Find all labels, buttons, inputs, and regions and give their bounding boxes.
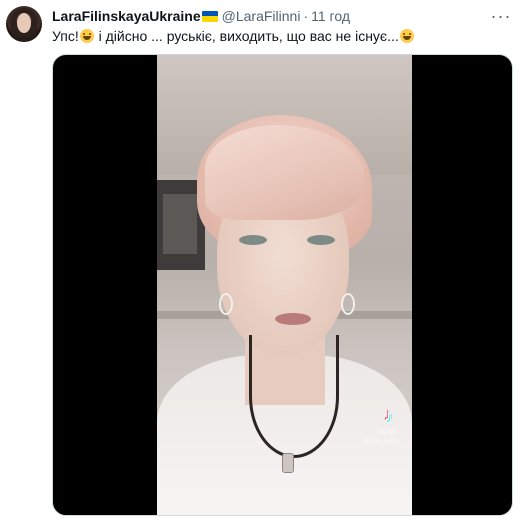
video-person-necklace — [249, 335, 339, 458]
avatar[interactable] — [6, 6, 42, 42]
grinning-face-icon — [399, 29, 414, 43]
tweet-text-part1: Упс! — [52, 28, 79, 44]
video-person-eye-right — [307, 235, 335, 245]
video-person-pendant — [282, 453, 294, 473]
tweet-header: LaraFilinskayaUkraine @LaraFilinni · 11 … — [52, 6, 350, 26]
display-name[interactable]: LaraFilinskayaUkraine — [52, 8, 201, 24]
watermark-user: @lara_nenov — [363, 439, 399, 445]
video-person-earring-right — [341, 293, 355, 315]
video-person-earring-left — [219, 293, 233, 315]
avatar-face — [17, 13, 31, 33]
video-person-eye-left — [239, 235, 267, 245]
user-handle[interactable]: @LaraFilinni — [222, 8, 301, 24]
grinning-face-icon — [79, 29, 94, 43]
tweet: LaraFilinskayaUkraine @LaraFilinni · 11 … — [0, 0, 523, 520]
more-options-icon[interactable]: ··· — [489, 6, 513, 26]
ukraine-flag-icon — [201, 10, 218, 22]
video-frame[interactable]: ♪ TikTok @lara_nenov — [157, 55, 412, 515]
tiktok-logo-icon: ♪ — [384, 405, 393, 425]
tweet-video[interactable]: ♪ TikTok @lara_nenov — [52, 54, 513, 516]
tweet-text-part2: і дійсно ... руськіє, виходить, що вас н… — [94, 28, 399, 44]
tweet-text: Упс! і дійсно ... руськіє, виходить, що … — [52, 27, 415, 45]
watermark-brand: TikTok — [377, 429, 397, 436]
video-person-mouth — [275, 313, 311, 325]
separator-dot: · — [303, 8, 309, 24]
tweet-timestamp[interactable]: 11 год — [311, 8, 350, 24]
